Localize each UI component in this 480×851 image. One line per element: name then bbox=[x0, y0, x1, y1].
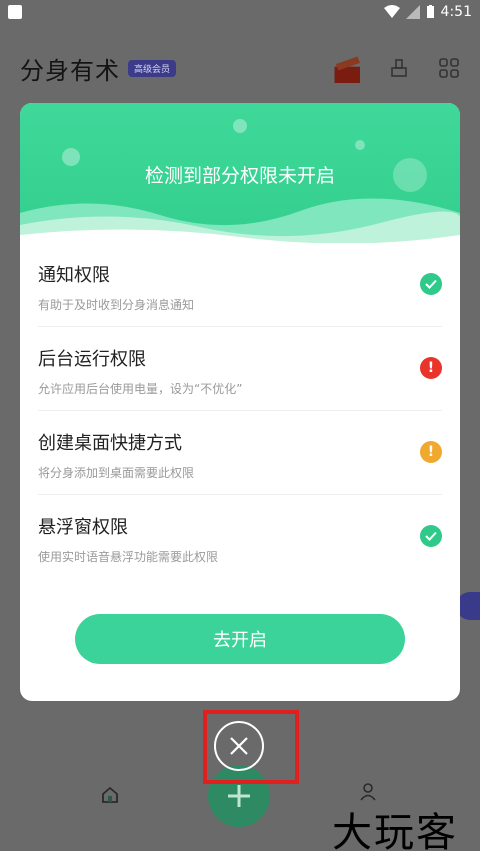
battery-icon bbox=[426, 5, 434, 18]
clean-brush-icon[interactable] bbox=[388, 57, 410, 79]
permission-desc: 允许应用后台使用电量，设为“不优化” bbox=[38, 382, 243, 396]
permission-desc: 有助于及时收到分身消息通知 bbox=[38, 298, 195, 312]
wave-decoration bbox=[20, 198, 460, 243]
open-permissions-button[interactable]: 去开启 bbox=[75, 614, 405, 664]
plus-icon bbox=[228, 785, 250, 807]
permission-title: 悬浮窗权限 bbox=[38, 517, 128, 538]
permission-item-overlay[interactable]: 悬浮窗权限 使用实时语音悬浮功能需要此权限 bbox=[38, 495, 442, 579]
close-icon bbox=[230, 737, 248, 755]
notification-icon bbox=[8, 5, 22, 19]
gift-box-icon[interactable] bbox=[332, 53, 360, 83]
signal-icon bbox=[405, 5, 420, 19]
watermark: 大玩客 bbox=[332, 810, 458, 851]
app-title: 分身有术 bbox=[20, 56, 120, 85]
decor-bubble bbox=[355, 140, 365, 150]
permission-item-background[interactable]: 后台运行权限 允许应用后台使用电量，设为“不优化” ! bbox=[38, 327, 442, 411]
permission-item-shortcut[interactable]: 创建桌面快捷方式 将分身添加到桌面需要此权限 ! bbox=[38, 411, 442, 495]
error-circle-icon: ! bbox=[420, 357, 442, 379]
close-dialog-button[interactable] bbox=[214, 721, 264, 771]
warning-circle-icon: ! bbox=[420, 441, 442, 463]
grid-menu-icon[interactable] bbox=[438, 57, 460, 79]
decor-bubble bbox=[233, 119, 247, 133]
permission-desc: 使用实时语音悬浮功能需要此权限 bbox=[38, 550, 219, 564]
permission-dialog: 检测到部分权限未开启 通知权限 有助于及时收到分身消息通知 后台运行权限 允许应… bbox=[20, 103, 460, 701]
dialog-title: 检测到部分权限未开启 bbox=[144, 165, 335, 187]
status-bar: 4:51 bbox=[0, 0, 480, 24]
member-badge: 高级会员 bbox=[128, 59, 177, 77]
permission-title: 通知权限 bbox=[38, 265, 110, 286]
app-header: 分身有术 高级会员 bbox=[0, 44, 480, 92]
status-time: 4:51 bbox=[440, 4, 472, 20]
permission-desc: 将分身添加到桌面需要此权限 bbox=[38, 466, 195, 480]
profile-icon[interactable] bbox=[358, 782, 378, 802]
wifi-icon bbox=[383, 5, 400, 18]
permission-title: 后台运行权限 bbox=[38, 349, 146, 370]
permission-item-notification[interactable]: 通知权限 有助于及时收到分身消息通知 bbox=[38, 243, 442, 327]
permission-title: 创建桌面快捷方式 bbox=[38, 433, 182, 454]
check-circle-icon bbox=[420, 273, 442, 295]
permission-list: 通知权限 有助于及时收到分身消息通知 后台运行权限 允许应用后台使用电量，设为“… bbox=[20, 243, 460, 579]
dialog-header: 检测到部分权限未开启 bbox=[20, 103, 460, 243]
check-circle-icon bbox=[420, 525, 442, 547]
home-icon[interactable] bbox=[100, 785, 120, 805]
